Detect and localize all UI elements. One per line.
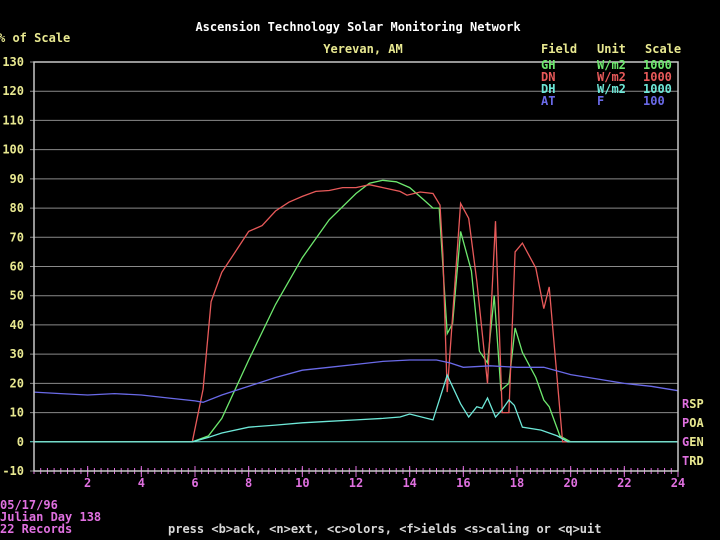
legend-header: Unit [597,42,626,56]
y-tick-label: 70 [10,230,24,244]
chart-subtitle: Yerevan, AM [323,42,402,56]
x-tick-label: 24 [671,476,685,490]
y-tick-label: 0 [17,435,24,449]
chart-title: Ascension Technology Solar Monitoring Ne… [195,20,521,34]
legend-scale: 100 [643,94,665,108]
y-tick-label: 80 [10,201,24,215]
x-tick-label: 4 [138,476,145,490]
side-label-poa: POA [682,416,704,430]
legend-field: AT [541,94,555,108]
x-tick-label: 8 [245,476,252,490]
x-tick-label: 6 [191,476,198,490]
grid [30,61,679,477]
legend-unit: F [597,94,604,108]
side-label-trd: TRD [682,454,704,468]
x-tick-label: 12 [349,476,363,490]
x-tick-label: 2 [84,476,91,490]
y-tick-label: 90 [10,172,24,186]
y-tick-label: -10 [2,464,24,478]
x-tick-label: 22 [617,476,631,490]
y-tick-label: 120 [2,84,24,98]
series-line-dn [34,184,678,443]
y-tick-label: 110 [2,113,24,127]
legend-header: Field [541,42,577,56]
series-line-at [33,359,679,403]
series-lines [33,179,679,443]
side-label-rsp: RSP [682,397,704,411]
side-label-gen: GEN [682,435,704,449]
y-tick-label: 40 [10,318,24,332]
legend: Field Unit ScaleGH W/m2 1000DN W/m2 1000DH W/m2… [541,42,681,108]
series-line-dh [34,373,678,443]
series-line-gh [34,179,678,443]
x-tick-labels: 2 4 6 8 10 12 14 16 18 20 22 24 [84,476,685,490]
y-tick-label: 100 [2,143,24,157]
y-tick-labels: 1301201101009080706050403020100-10 [2,55,24,478]
x-tick-label: 14 [402,476,416,490]
key-prompt: press <b>ack, <n>ext, <c>olors, <f>ields… [168,522,601,536]
x-tick-label: 20 [563,476,577,490]
y-tick-label: 20 [10,376,24,390]
legend-header: Scale [645,42,681,56]
y-tick-label: 130 [2,55,24,69]
y-tick-label: 60 [10,260,24,274]
x-tick-label: 18 [510,476,524,490]
y-tick-label: 50 [10,289,24,303]
x-tick-label: 16 [456,476,470,490]
y-axis-label: % of Scale [0,31,70,45]
y-tick-label: 30 [10,347,24,361]
y-tick-label: 10 [10,406,24,420]
x-tick-label: 10 [295,476,309,490]
solar-chart: Ascension Technology Solar Monitoring Ne… [0,20,685,536]
footer-records: 22 Records [0,522,72,536]
